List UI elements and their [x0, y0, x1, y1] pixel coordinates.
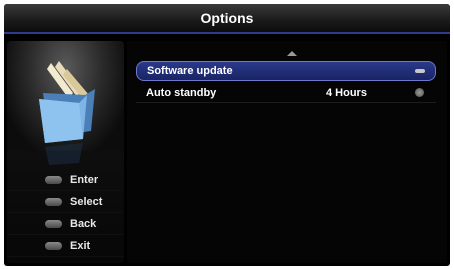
back-key-icon — [45, 219, 62, 228]
left-panel: Enter Select Back Exit — [7, 41, 124, 263]
ok-key-icon — [45, 175, 62, 184]
select-key-icon — [45, 197, 62, 206]
menu-item-label: Auto standby — [146, 86, 217, 99]
legend-label: Select — [70, 195, 103, 208]
legend-item-enter: Enter — [7, 169, 124, 191]
legend-item-back: Back — [7, 213, 124, 235]
ok-icon — [415, 88, 424, 97]
menu-item-software-update[interactable]: Software update — [136, 61, 436, 81]
options-menu: Software update Auto standby 4 Hours — [127, 41, 447, 263]
key-legend: Enter Select Back Exit — [7, 169, 124, 257]
page-title: Options — [200, 10, 254, 26]
icon-area — [7, 41, 124, 165]
title-bar: Options — [4, 4, 450, 34]
menu-item-auto-standby[interactable]: Auto standby 4 Hours — [136, 83, 436, 103]
legend-label: Enter — [70, 173, 99, 186]
legend-item-select: Select — [7, 191, 124, 213]
folder-icon — [39, 61, 95, 165]
legend-item-exit: Exit — [7, 235, 124, 257]
exit-key-icon — [45, 241, 62, 250]
options-screen: Options Enter Select Back Exit Software … — [4, 4, 450, 266]
scroll-up-arrow-icon[interactable] — [287, 51, 297, 56]
legend-label: Exit — [70, 239, 91, 252]
legend-label: Back — [70, 217, 97, 230]
more-icon — [415, 69, 425, 73]
menu-item-label: Software update — [147, 65, 233, 77]
menu-item-value: 4 Hours — [326, 86, 367, 99]
